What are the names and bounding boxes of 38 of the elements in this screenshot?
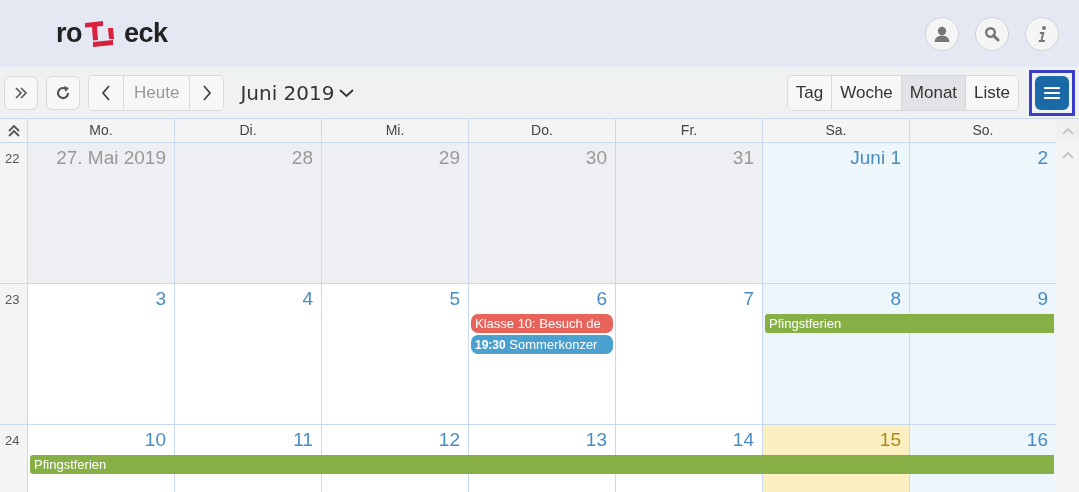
logo-text: ro	[56, 18, 82, 49]
menu-button[interactable]	[1035, 75, 1069, 110]
week-number: 23	[5, 292, 20, 307]
weekday-header: Sa.	[762, 119, 909, 142]
user-button[interactable]	[925, 16, 959, 51]
next-button[interactable]	[189, 75, 224, 110]
chevron-right-icon	[201, 84, 212, 101]
chevron-down-icon	[339, 87, 355, 98]
calendar-event[interactable]: Klasse 10: Besuch de	[471, 314, 613, 333]
collapse-icon[interactable]	[6, 123, 21, 138]
refresh-button[interactable]	[46, 75, 80, 110]
logo-text: eck	[124, 18, 168, 49]
user-icon	[933, 24, 951, 43]
info-button[interactable]	[1025, 16, 1059, 51]
month-title[interactable]: Juni 2019	[232, 80, 355, 105]
refresh-icon	[55, 84, 71, 101]
info-icon	[1036, 24, 1048, 43]
expand-button[interactable]	[4, 75, 38, 110]
weekday-header: Do.	[468, 119, 615, 142]
view-tab[interactable]: Monat	[900, 75, 966, 110]
calendar-event[interactable]: Pfingstferien	[30, 455, 1054, 474]
day-cell[interactable]: 4	[174, 284, 321, 314]
day-cell[interactable]: 5	[321, 284, 468, 314]
double-chevron-icon	[14, 85, 28, 100]
week-number: 22	[5, 151, 20, 166]
calendar-event[interactable]: 19:30 Sommerkonzer	[471, 335, 613, 354]
weekday-header: Di.	[174, 119, 321, 142]
menu-icon	[1044, 85, 1060, 100]
search-icon	[984, 25, 1000, 42]
day-cell[interactable]: 3	[27, 284, 174, 314]
week-number: 24	[5, 433, 20, 448]
weekday-header: Mi.	[321, 119, 468, 142]
chevron-left-icon	[101, 84, 111, 101]
weekday-header: Fr.	[615, 119, 762, 142]
search-button[interactable]	[975, 16, 1009, 51]
weekday-header: Mo.	[27, 119, 174, 142]
calendar-event[interactable]: Pfingstferien	[765, 314, 1054, 333]
view-tab[interactable]: Liste	[965, 75, 1018, 110]
